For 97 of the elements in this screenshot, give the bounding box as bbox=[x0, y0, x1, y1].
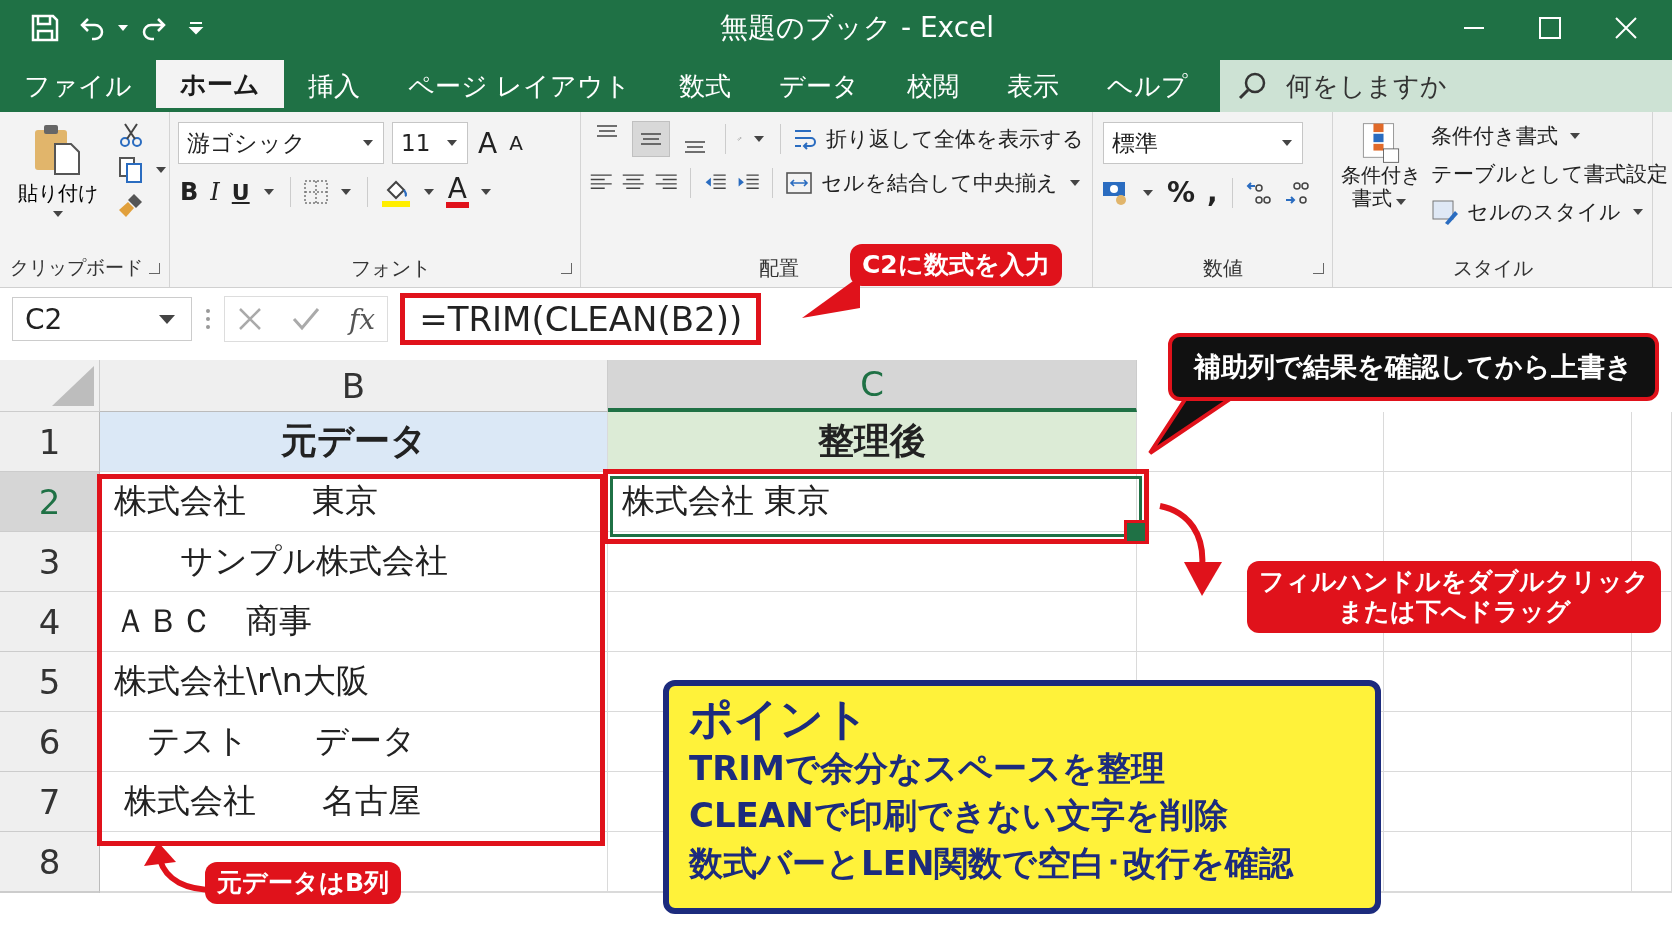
tip-line: TRIMで余分なスペースを整理 bbox=[689, 746, 1166, 790]
caret-icon[interactable] bbox=[753, 136, 764, 142]
table-cell: 株式会社 名古屋 bbox=[100, 772, 608, 832]
table-cell: ＡＢＣ 商事 bbox=[100, 592, 608, 652]
align-icon bbox=[639, 132, 663, 146]
align-button[interactable] bbox=[633, 122, 669, 156]
percent-button[interactable]: % bbox=[1165, 176, 1198, 209]
group-label: 配置 bbox=[759, 254, 799, 282]
group-label: 数値 bbox=[1203, 254, 1243, 282]
column-header[interactable]: C bbox=[608, 360, 1137, 412]
cell-styles-icon bbox=[1431, 199, 1459, 225]
column-header[interactable]: B bbox=[100, 360, 608, 412]
caret-icon[interactable] bbox=[340, 189, 351, 195]
group-label: フォント bbox=[351, 254, 431, 282]
ribbon-tab[interactable]: ファイル bbox=[0, 60, 156, 112]
row-header[interactable]: 3 bbox=[0, 532, 100, 592]
shrink-font-button[interactable]: A bbox=[507, 131, 525, 155]
tip-title: ポイント bbox=[689, 694, 870, 745]
launcher-icon[interactable] bbox=[148, 262, 160, 274]
font-color-button[interactable]: A bbox=[445, 176, 469, 208]
align-icon bbox=[683, 140, 707, 154]
paste-button[interactable]: 貼り付け bbox=[18, 122, 98, 253]
table-cell bbox=[1632, 772, 1672, 832]
caret-icon[interactable] bbox=[1143, 189, 1153, 196]
border-icon[interactable] bbox=[302, 179, 329, 205]
ribbon-tab[interactable]: 挿入 bbox=[284, 60, 384, 112]
callout: フィルハンドルをダブルクリック または下へドラッグ bbox=[1247, 561, 1661, 633]
launcher-icon[interactable] bbox=[1313, 262, 1324, 274]
conditional-format-button[interactable]: 条件付き書式 bbox=[1431, 122, 1672, 150]
brush-icon[interactable] bbox=[118, 192, 144, 218]
fill-handle[interactable] bbox=[1124, 520, 1148, 544]
grip-icon bbox=[204, 306, 212, 332]
ribbon-tab[interactable]: 数式 bbox=[655, 60, 756, 112]
cell-styles-button[interactable]: セルのスタイル bbox=[1431, 198, 1672, 226]
scissors-icon[interactable] bbox=[118, 122, 144, 148]
grow-font-button[interactable]: A bbox=[476, 126, 500, 160]
table-cell: サンプル株式会社 bbox=[100, 532, 608, 592]
table-chart-icon bbox=[1361, 122, 1401, 164]
row-header[interactable]: 2 bbox=[0, 472, 100, 532]
table-cell: テスト データ bbox=[100, 712, 608, 772]
align-icon bbox=[595, 124, 619, 138]
row-header[interactable]: 4 bbox=[0, 592, 100, 652]
merge-center-button[interactable]: セルを結合して中央揃え bbox=[785, 169, 1084, 197]
ribbon-tab[interactable]: ページ レイアウト bbox=[384, 60, 656, 112]
format-as-table-button[interactable]: テーブルとして書式設定 bbox=[1431, 160, 1672, 188]
table-cell bbox=[1632, 472, 1672, 532]
row-header[interactable]: 8 bbox=[0, 832, 100, 892]
group-label: スタイル bbox=[1452, 254, 1533, 282]
table-cell: 株式会社 東京 bbox=[100, 472, 608, 532]
maximize-icon[interactable] bbox=[1538, 15, 1562, 40]
check-icon[interactable] bbox=[291, 306, 321, 332]
search-box[interactable]: 何をしますか bbox=[1220, 60, 1672, 112]
ribbon-tab[interactable]: ヘルプ bbox=[1083, 60, 1213, 112]
caret-icon[interactable] bbox=[423, 189, 434, 195]
launcher-icon[interactable] bbox=[561, 262, 572, 274]
table-cell: 元データ bbox=[100, 412, 608, 472]
callout: C2に数式を入力 bbox=[850, 244, 1062, 286]
caret-icon bbox=[53, 211, 63, 217]
ribbon-tab[interactable]: 表示 bbox=[983, 60, 1084, 112]
comma-button[interactable]: , bbox=[1205, 176, 1220, 209]
formula-field[interactable]: =TRIM(CLEAN(B2)) bbox=[400, 293, 762, 345]
row-header[interactable]: 5 bbox=[0, 652, 100, 712]
window-title: 無題のブック - Excel bbox=[719, 9, 996, 46]
search-field[interactable]: 何をしますか bbox=[1284, 70, 1589, 102]
copy-icon[interactable] bbox=[118, 156, 144, 184]
font-name-field[interactable]: 游ゴシック bbox=[178, 122, 384, 164]
caret-icon[interactable] bbox=[156, 167, 166, 173]
ribbon-tab[interactable]: データ bbox=[755, 60, 884, 112]
paste-icon bbox=[33, 122, 83, 176]
group-label: クリップボード bbox=[9, 255, 143, 280]
name-box[interactable]: C2 bbox=[12, 297, 192, 341]
font-size-field[interactable]: 11 bbox=[392, 122, 468, 164]
caret-icon[interactable] bbox=[263, 189, 274, 195]
tip-line: CLEANで印刷できない文字を削除 bbox=[689, 794, 1229, 838]
table-cell: 株式会社\r\n大阪 bbox=[100, 652, 608, 712]
table-cell bbox=[1632, 412, 1672, 472]
row-header[interactable]: 1 bbox=[0, 412, 100, 472]
table-cell bbox=[1632, 652, 1672, 712]
italic-button[interactable]: I bbox=[208, 178, 222, 206]
save-icon[interactable] bbox=[30, 12, 60, 43]
number-format-field[interactable]: 標準 bbox=[1103, 122, 1303, 164]
ribbon-tab[interactable]: 校閲 bbox=[883, 60, 984, 112]
close-icon[interactable] bbox=[1614, 15, 1638, 40]
bold-button[interactable]: B bbox=[178, 178, 201, 206]
caret-icon[interactable] bbox=[480, 189, 491, 195]
table-cell: 整理後 bbox=[608, 412, 1137, 472]
merge-icon bbox=[785, 170, 813, 196]
insert-function-button[interactable]: fx bbox=[349, 302, 376, 336]
table-cell bbox=[1632, 712, 1672, 772]
row-header[interactable]: 6 bbox=[0, 712, 100, 772]
underline-button[interactable]: U bbox=[229, 179, 252, 205]
row-header[interactable]: 7 bbox=[0, 772, 100, 832]
table-cell bbox=[1632, 832, 1672, 892]
tip-line: 数式バーとLEN関数で空白･改行を確認 bbox=[689, 841, 1295, 885]
wrap-text-button[interactable]: 折り返して全体を表示する bbox=[792, 125, 1084, 153]
conditional-format-button[interactable]: 条件付き 書式 bbox=[1341, 122, 1421, 210]
callout: 元データはB列 bbox=[205, 862, 402, 904]
